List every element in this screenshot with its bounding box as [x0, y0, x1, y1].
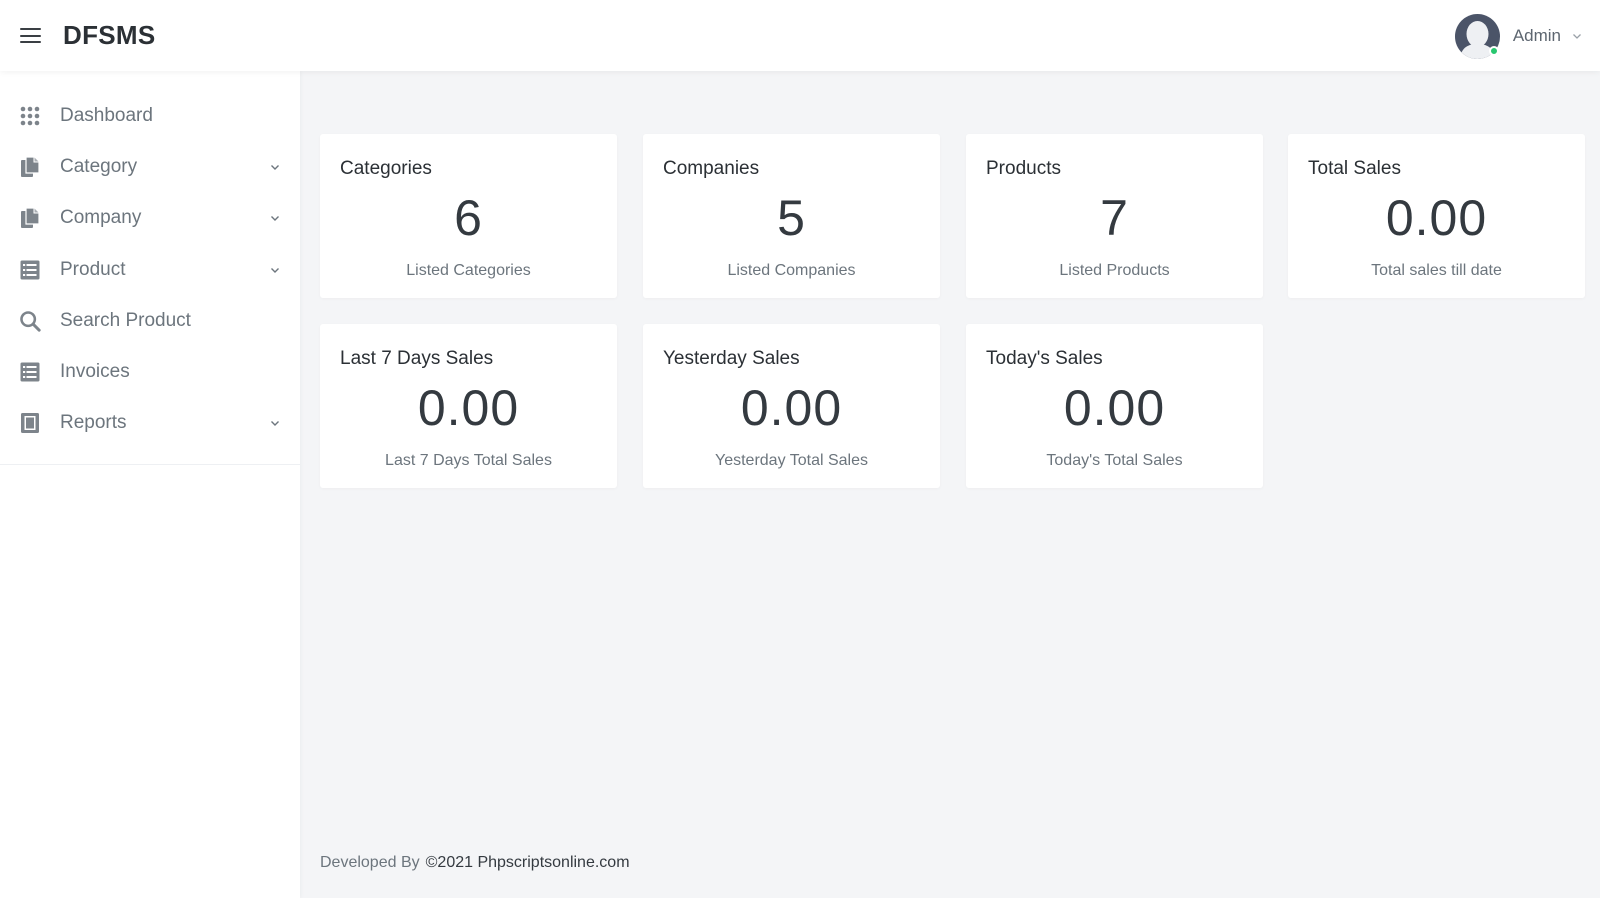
card-title: Total Sales	[1308, 158, 1401, 179]
sidebar-menu: Dashboard Category Company Product Searc…	[0, 71, 300, 449]
card-value: 0.00	[1063, 380, 1166, 436]
card-title: Today's Sales	[986, 348, 1103, 369]
card-title: Products	[986, 158, 1061, 179]
sidebar-item-dashboard[interactable]: Dashboard	[0, 90, 300, 141]
footer-credit-link[interactable]: ©2021 Phpscriptsonline.com	[426, 854, 630, 871]
file-copy-icon	[19, 206, 41, 230]
brand-title[interactable]: DFSMS	[63, 20, 156, 51]
sidebar-item-invoices[interactable]: Invoices	[0, 346, 300, 397]
card-value: 0.00	[1385, 190, 1488, 246]
card-subtitle: Total sales till date	[1371, 262, 1502, 279]
file-copy-icon	[19, 155, 41, 179]
stat-card-total-sales: Total Sales 0.00 Total sales till date	[1288, 134, 1585, 298]
card-subtitle: Last 7 Days Total Sales	[385, 452, 552, 469]
search-icon	[19, 309, 41, 333]
sidebar-item-product[interactable]: Product	[0, 244, 300, 295]
stat-card-todays-sales: Today's Sales 0.00 Today's Total Sales	[966, 324, 1263, 488]
card-title: Companies	[663, 158, 760, 179]
sidebar-item-category[interactable]: Category	[0, 141, 300, 192]
footer: Developed By ©2021 Phpscriptsonline.com	[320, 854, 630, 872]
chevron-down-icon	[271, 216, 279, 222]
card-value: 0.00	[740, 380, 843, 436]
card-subtitle: Listed Categories	[406, 262, 531, 279]
card-value: 5	[777, 190, 806, 246]
card-title: Last 7 Days Sales	[340, 348, 494, 369]
chevron-down-icon	[271, 164, 279, 170]
menu-toggle-icon[interactable]	[20, 28, 41, 43]
card-title: Yesterday Sales	[663, 348, 800, 369]
stat-card-last-7-days-sales: Last 7 Days Sales 0.00 Last 7 Days Total…	[320, 324, 617, 488]
card-subtitle: Listed Companies	[727, 262, 856, 279]
card-subtitle: Listed Products	[1059, 262, 1170, 279]
online-status-badge	[1488, 45, 1499, 56]
sidebar-item-label: Invoices	[60, 361, 130, 383]
card-subtitle: Yesterday Total Sales	[715, 452, 868, 469]
sidebar-item-label: Category	[60, 155, 138, 177]
grid-icon	[19, 104, 41, 128]
stat-card-companies: Companies 5 Listed Companies	[643, 134, 940, 298]
chevron-down-icon	[271, 267, 279, 273]
report-icon	[19, 411, 41, 435]
top-header: DFSMS Admin	[0, 0, 1600, 71]
stat-card-categories: Categories 6 Listed Categories	[320, 134, 617, 298]
stat-card-products: Products 7 Listed Products	[966, 134, 1263, 298]
sidebar-item-search-product[interactable]: Search Product	[0, 295, 300, 346]
sidebar: Dashboard Category Company Product Searc…	[0, 71, 300, 898]
sidebar-item-company[interactable]: Company	[0, 193, 300, 244]
card-title: Categories	[340, 158, 432, 179]
sidebar-item-label: Reports	[60, 412, 127, 434]
sidebar-divider	[0, 464, 300, 465]
chevron-down-icon	[271, 421, 279, 427]
card-subtitle: Today's Total Sales	[1046, 452, 1183, 469]
footer-developed-by: Developed By	[320, 854, 420, 871]
user-name: Admin	[1512, 26, 1561, 45]
card-value: 6	[454, 190, 483, 246]
sidebar-item-label: Product	[60, 258, 126, 280]
stat-card-yesterday-sales: Yesterday Sales 0.00 Yesterday Total Sal…	[643, 324, 940, 488]
sidebar-item-label: Dashboard	[60, 104, 153, 126]
user-menu[interactable]: Admin	[1454, 13, 1582, 59]
card-value: 0.00	[417, 380, 520, 436]
avatar[interactable]	[1454, 13, 1500, 59]
sidebar-item-label: Company	[60, 207, 142, 229]
chevron-down-icon	[1573, 34, 1581, 39]
list-icon	[19, 360, 41, 384]
sidebar-item-label: Search Product	[60, 309, 191, 331]
card-value: 7	[1100, 190, 1129, 246]
list-icon	[19, 258, 41, 282]
sidebar-item-reports[interactable]: Reports	[0, 398, 300, 449]
